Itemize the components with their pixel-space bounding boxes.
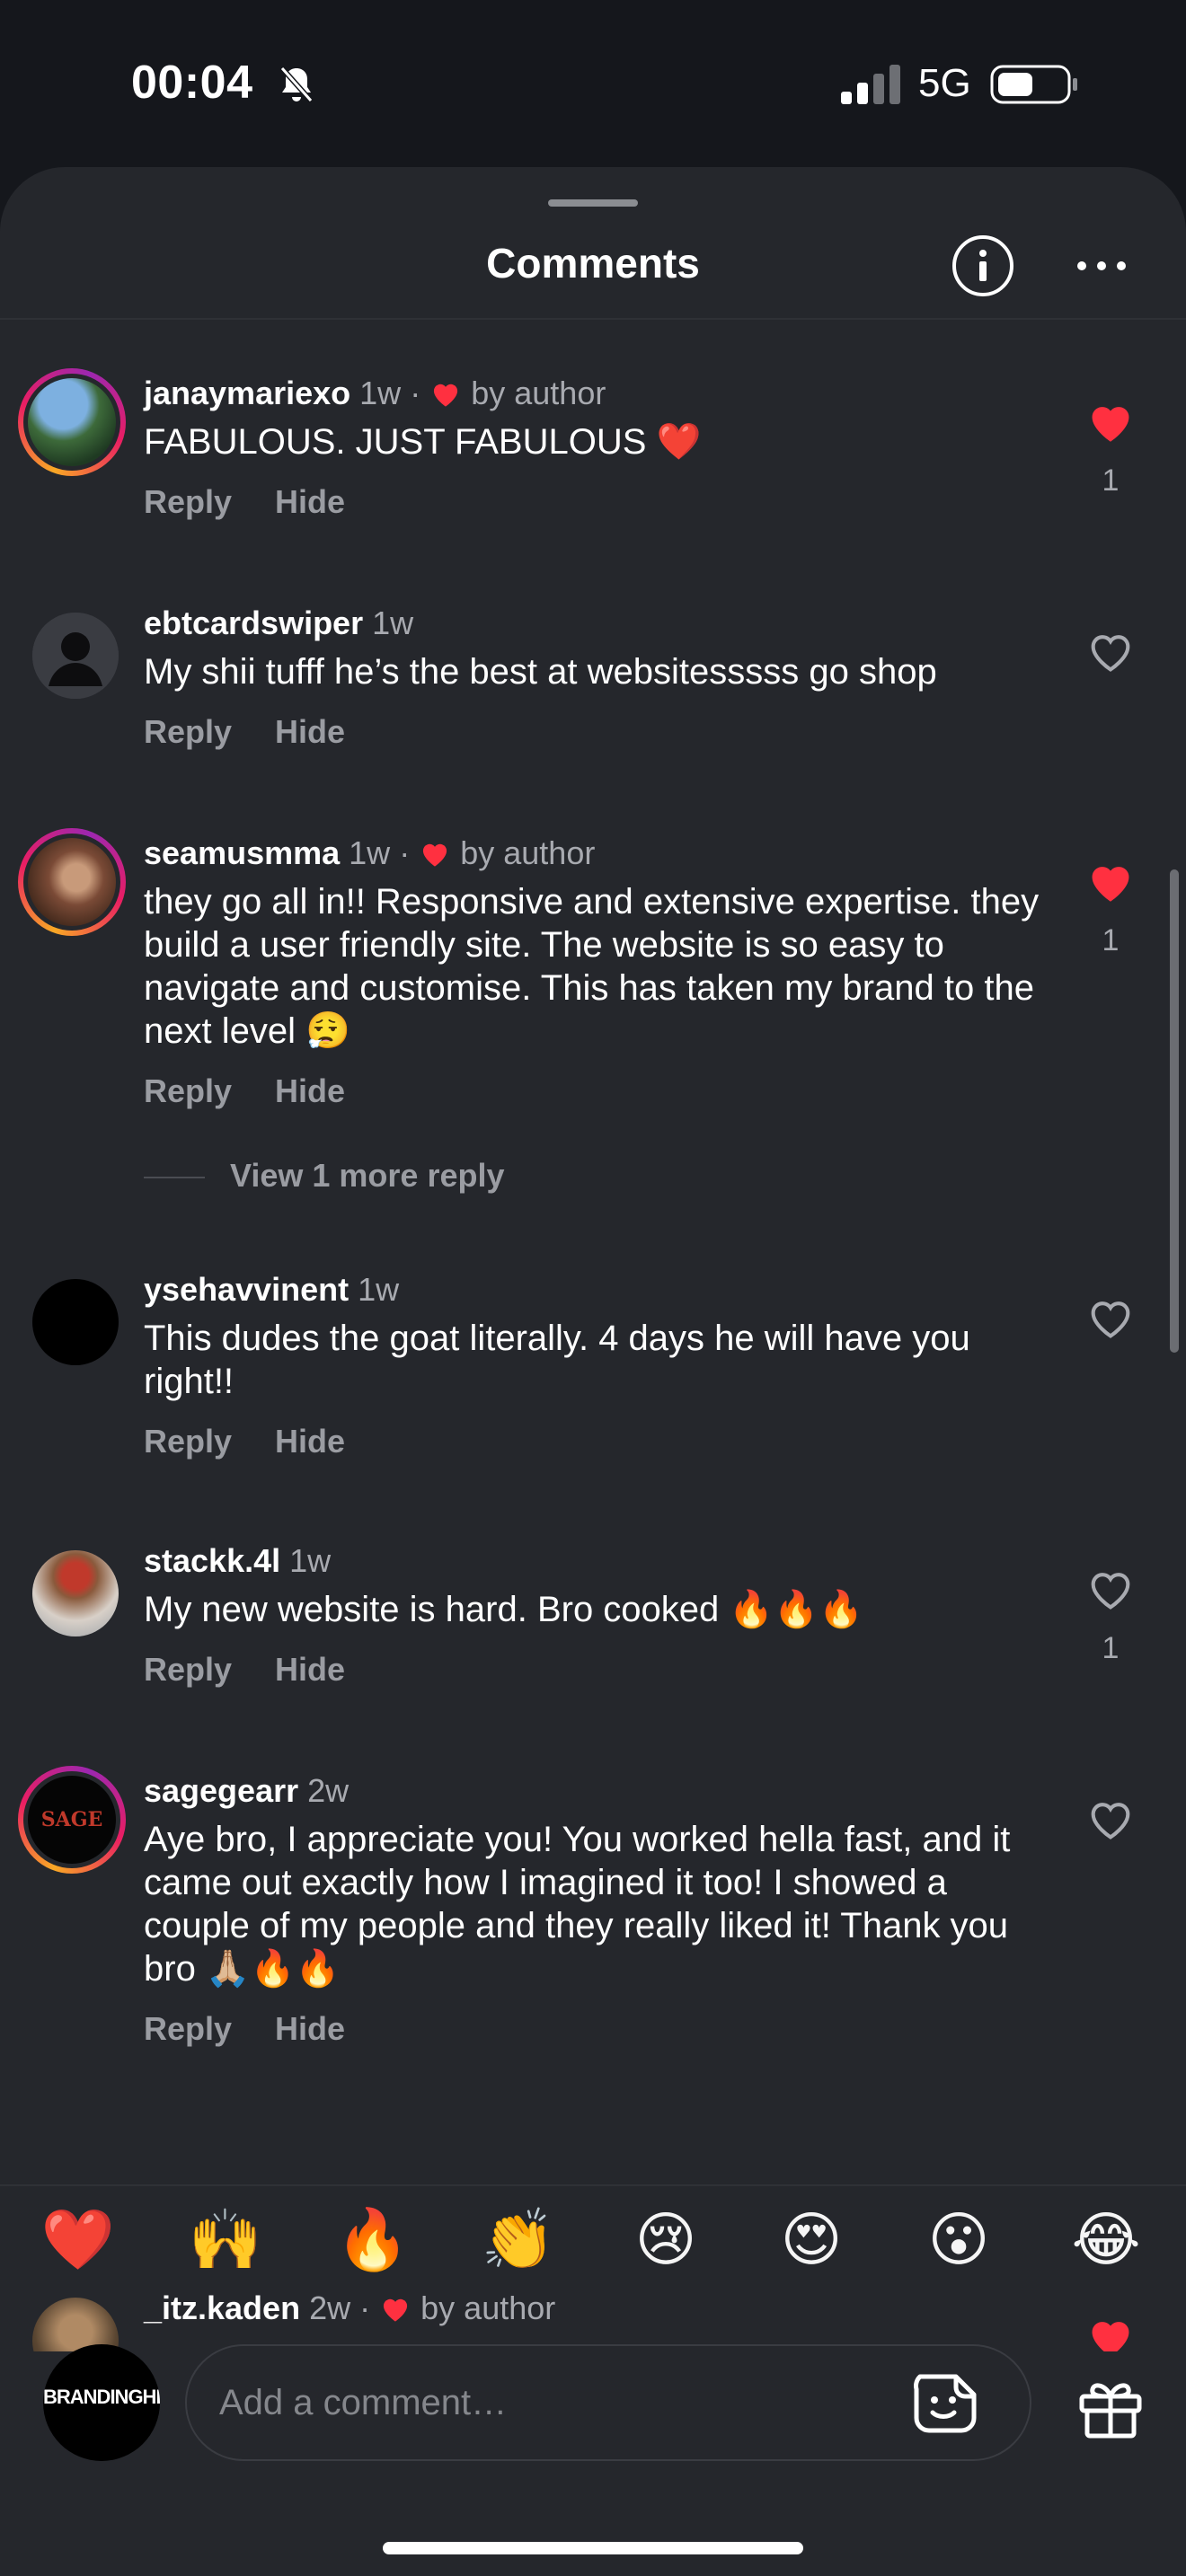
comment-age: 1w (359, 375, 402, 411)
avatar[interactable] (18, 828, 126, 936)
avatar[interactable] (32, 1550, 119, 1636)
sheet-grabber[interactable] (548, 199, 638, 207)
default-avatar-icon (32, 613, 119, 699)
bell-muted-icon (279, 66, 314, 102)
comment-age: 2w (307, 1772, 350, 1809)
status-time: 00:04 (131, 57, 253, 109)
emoji-crying[interactable]: 😢 (625, 2204, 706, 2276)
home-indicator[interactable] (383, 2542, 803, 2554)
emoji-surprised[interactable]: 😮 (918, 2204, 999, 2276)
author-heart-icon (434, 384, 458, 407)
author-like-label: by author (420, 2289, 556, 2326)
heart-outline-icon[interactable] (1085, 629, 1136, 674)
reply-button[interactable]: Reply (144, 1072, 232, 1109)
heart-filled-icon[interactable] (1085, 2314, 1136, 2351)
comment-text: My new website is hard. Bro cooked 🔥🔥🔥 (144, 1590, 863, 1629)
heart-filled-icon[interactable] (1085, 859, 1136, 904)
like-count: 1 (1102, 1631, 1120, 1665)
heart-outline-icon[interactable] (1085, 1295, 1136, 1340)
comment-meta: sagegearr 2w (144, 1771, 349, 1811)
emoji-reaction-bar: ❤️ 🙌 🔥 👏 😢 😍 😮 😂 (0, 2184, 1186, 2292)
comment-actions: Reply Hide (144, 483, 388, 521)
signal-icon (841, 65, 900, 104)
comment-username[interactable]: seamusmma (144, 834, 340, 871)
heart-filled-icon[interactable] (1085, 399, 1136, 444)
hide-button[interactable]: Hide (275, 713, 345, 750)
hide-button[interactable]: Hide (275, 483, 345, 520)
reply-button[interactable]: Reply (144, 483, 232, 520)
reply-button[interactable]: Reply (144, 713, 232, 750)
comment-age: 1w (289, 1542, 332, 1579)
emoji-laughing[interactable]: 😂 (1066, 2204, 1146, 2276)
comment-text: Aye bro, I appreciate you! You worked he… (144, 1820, 1011, 1989)
like-count: 1 (1102, 923, 1120, 957)
comment-username[interactable]: ebtcardswiper (144, 604, 363, 641)
battery-icon (990, 65, 1077, 104)
heart-outline-icon[interactable] (1085, 1796, 1136, 1841)
comment-meta: ebtcardswiper 1w (144, 604, 413, 643)
info-icon[interactable] (951, 234, 1015, 298)
comment-username[interactable]: stackk.4l (144, 1542, 280, 1579)
comment-meta: seamusmma 1w · by author (144, 834, 596, 871)
comment-actions: Reply Hide (144, 713, 388, 751)
reply-button[interactable]: Reply (144, 2010, 232, 2047)
comment-age: 1w (372, 604, 414, 641)
avatar-logo-text: SAGE (40, 1808, 103, 1831)
comment-actions: Reply Hide (144, 2010, 388, 2048)
author-heart-icon (423, 843, 447, 867)
comment-age: 2w (309, 2289, 351, 2326)
emoji-heart-eyes[interactable]: 😍 (771, 2204, 852, 2276)
avatar[interactable] (32, 2298, 119, 2351)
hide-button[interactable]: Hide (275, 1423, 345, 1460)
author-like-label: by author (460, 834, 596, 871)
comment-actions: Reply Hide (144, 1423, 388, 1460)
comment-actions: Reply Hide (144, 1651, 388, 1689)
reply-button[interactable]: Reply (144, 1651, 232, 1688)
comment-meta: _itz.kaden 2w · by author (144, 2289, 556, 2326)
emoji-fire[interactable]: 🔥 (332, 2204, 413, 2276)
heart-outline-icon[interactable] (1085, 1566, 1136, 1611)
comment-text: they go all in!! Responsive and extensiv… (144, 882, 1040, 1051)
comment-age: 1w (358, 1271, 400, 1308)
network-label: 5G (918, 61, 971, 105)
reply-button[interactable]: Reply (144, 1423, 232, 1460)
avatar[interactable] (18, 368, 126, 476)
ellipsis-icon[interactable] (1075, 248, 1128, 284)
avatar[interactable] (32, 613, 119, 699)
status-bar: 00:04 5G (0, 0, 1186, 166)
emoji-raised-hands[interactable]: 🙌 (185, 2204, 266, 2276)
comment-input[interactable] (185, 2344, 1031, 2461)
avatar[interactable] (32, 1279, 119, 1365)
current-user-avatar[interactable]: BRANDINGHEAVEN (43, 2344, 160, 2461)
view-more-replies[interactable]: View 1 more reply (144, 1157, 505, 1195)
emoji-heart[interactable]: ❤️ (38, 2204, 119, 2276)
comment-username[interactable]: _itz.kaden (144, 2289, 300, 2326)
comment-text: FABULOUS. JUST FABULOUS ❤️ (144, 422, 702, 462)
emoji-clap[interactable]: 👏 (478, 2204, 559, 2276)
comment-age: 1w (349, 834, 391, 871)
avatar[interactable]: SAGE (18, 1766, 126, 1874)
scrollbar[interactable] (1170, 869, 1179, 1353)
gift-icon[interactable] (1076, 2375, 1145, 2439)
hide-button[interactable]: Hide (275, 1072, 345, 1109)
comment-actions: Reply Hide (144, 1072, 388, 1110)
current-user-avatar-text: BRANDINGHEAVEN (43, 2386, 160, 2408)
comment-meta: stackk.4l 1w (144, 1541, 331, 1581)
comment-username[interactable]: sagegearr (144, 1772, 298, 1809)
like-count: 1 (1102, 463, 1120, 498)
comment-username[interactable]: ysehavvinent (144, 1271, 349, 1308)
hide-button[interactable]: Hide (275, 2010, 345, 2047)
author-like-label: by author (471, 375, 606, 411)
comment-text: This dudes the goat literally. 4 days he… (144, 1319, 970, 1401)
comment-meta: ysehavvinent 1w (144, 1270, 399, 1310)
comments-list[interactable]: janaymariexo 1w · by author FABULOUS. JU… (0, 320, 1186, 2351)
comment-meta: janaymariexo 1w · by author (144, 375, 606, 411)
view-more-replies-label[interactable]: View 1 more reply (230, 1157, 505, 1194)
comment-username[interactable]: janaymariexo (144, 375, 350, 411)
sticker-icon[interactable] (911, 2371, 979, 2436)
author-heart-icon (384, 2298, 408, 2322)
comment-text: My shii tufff he’s the best at websitess… (144, 652, 937, 692)
hide-button[interactable]: Hide (275, 1651, 345, 1688)
